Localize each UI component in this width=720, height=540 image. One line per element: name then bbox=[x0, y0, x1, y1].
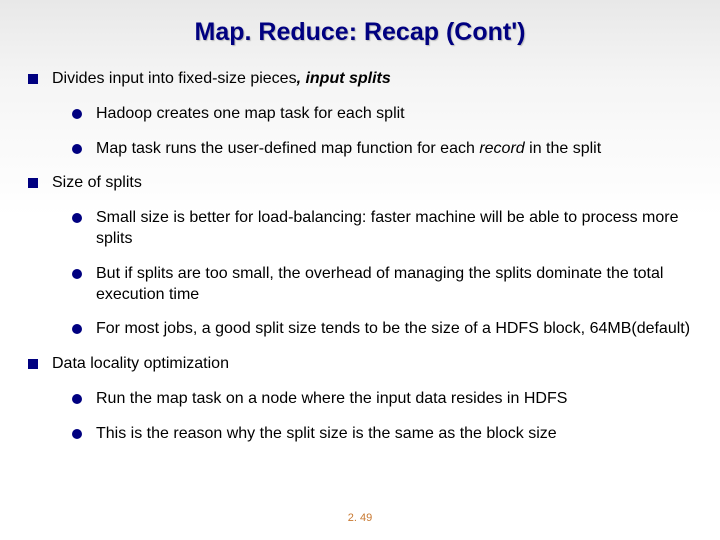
circle-bullet-icon bbox=[72, 324, 82, 334]
bullet-size-of-splits: Size of splits bbox=[28, 173, 692, 194]
text-emph: record bbox=[479, 140, 524, 157]
page-number: 2. 49 bbox=[0, 512, 720, 524]
circle-bullet-icon bbox=[72, 394, 82, 404]
bullet-input-splits: Divides input into fixed-size pieces, in… bbox=[28, 69, 692, 90]
subbullet-good-split-size: For most jobs, a good split size tends t… bbox=[72, 319, 692, 340]
subbullet-reason-same-size: This is the reason why the split size is… bbox=[72, 424, 692, 445]
slide-title: Map. Reduce: Recap (Cont') bbox=[28, 18, 692, 47]
text-part: Divides input into fixed-size pieces bbox=[52, 70, 297, 87]
circle-bullet-icon bbox=[72, 429, 82, 439]
bullet-text: Divides input into fixed-size pieces, in… bbox=[52, 69, 692, 90]
bullet-text: For most jobs, a good split size tends t… bbox=[96, 319, 692, 340]
square-bullet-icon bbox=[28, 178, 38, 188]
bullet-text: Size of splits bbox=[52, 173, 692, 194]
subbullet-run-on-node: Run the map task on a node where the inp… bbox=[72, 389, 692, 410]
bullet-text: This is the reason why the split size is… bbox=[96, 424, 692, 445]
text-part: in the split bbox=[525, 140, 601, 157]
text-part: Map task runs the user-defined map funct… bbox=[96, 140, 479, 157]
subbullet-map-function-record: Map task runs the user-defined map funct… bbox=[72, 139, 692, 160]
subbullet-too-small: But if splits are too small, the overhea… bbox=[72, 264, 692, 306]
bullet-text: Data locality optimization bbox=[52, 354, 692, 375]
circle-bullet-icon bbox=[72, 213, 82, 223]
bullet-data-locality: Data locality optimization bbox=[28, 354, 692, 375]
bullet-text: Small size is better for load-balancing:… bbox=[96, 208, 692, 250]
subbullet-hadoop-map-task: Hadoop creates one map task for each spl… bbox=[72, 104, 692, 125]
slide: Map. Reduce: Recap (Cont') Divides input… bbox=[0, 0, 720, 540]
circle-bullet-icon bbox=[72, 269, 82, 279]
bullet-text: Run the map task on a node where the inp… bbox=[96, 389, 692, 410]
text-emph: input splits bbox=[305, 70, 390, 87]
circle-bullet-icon bbox=[72, 109, 82, 119]
square-bullet-icon bbox=[28, 359, 38, 369]
subbullet-small-size: Small size is better for load-balancing:… bbox=[72, 208, 692, 250]
bullet-text: But if splits are too small, the overhea… bbox=[96, 264, 692, 306]
square-bullet-icon bbox=[28, 74, 38, 84]
circle-bullet-icon bbox=[72, 144, 82, 154]
bullet-text: Map task runs the user-defined map funct… bbox=[96, 139, 692, 160]
bullet-text: Hadoop creates one map task for each spl… bbox=[96, 104, 692, 125]
